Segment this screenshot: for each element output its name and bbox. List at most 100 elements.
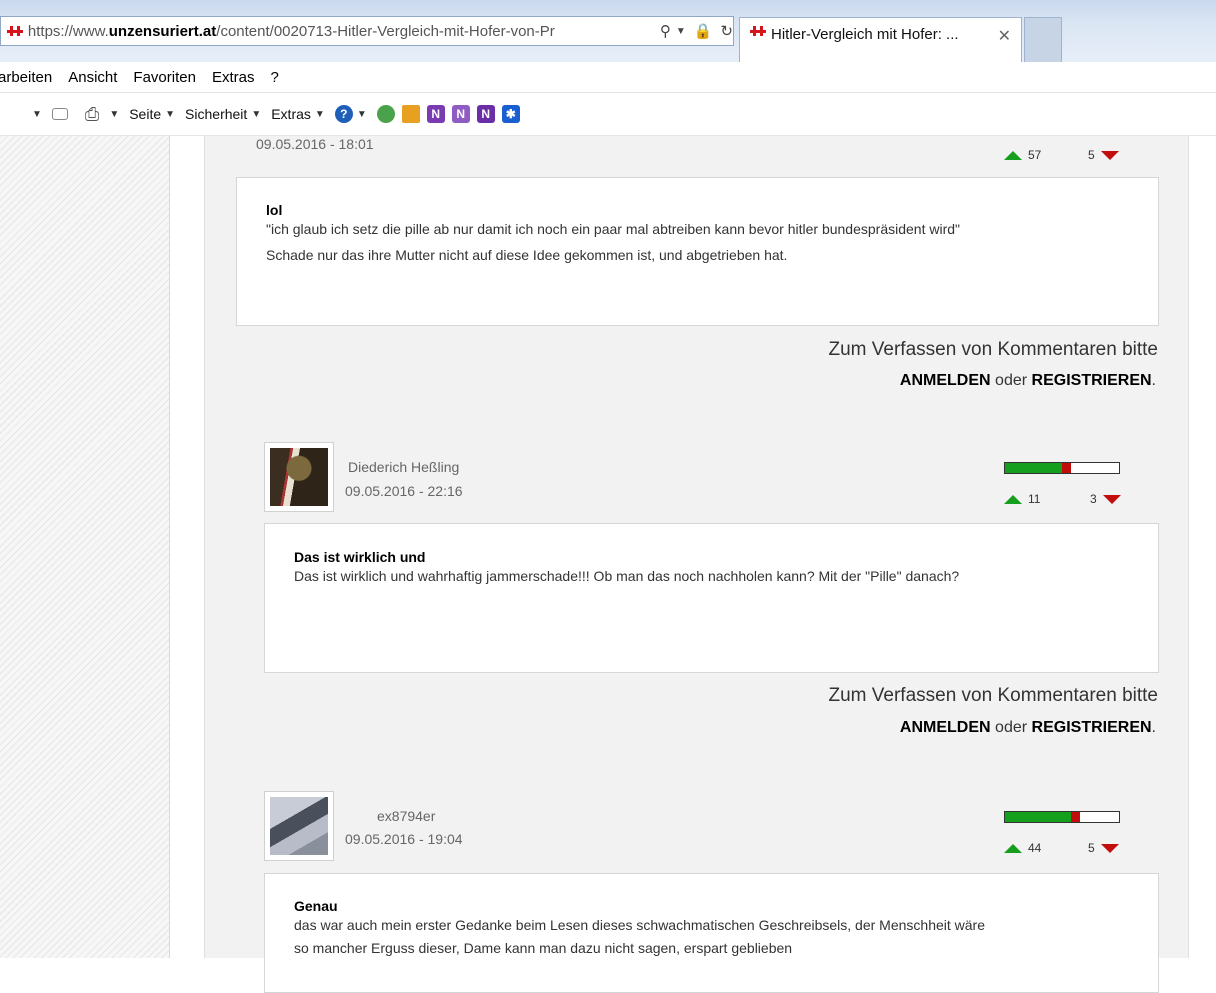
- chevron-down-icon: ▼: [314, 108, 325, 120]
- menu-tools[interactable]: Extras: [212, 69, 255, 86]
- search-icon[interactable]: ⚲: [660, 22, 671, 40]
- command-bar: ▼ ⎙ ▼ Seite ▼ Sicherheit ▼ Extras ▼ ? ▼ …: [0, 93, 1216, 136]
- comment-line: Das ist wirklich und wahrhaftig jammersc…: [294, 568, 960, 584]
- downvote-count: 5: [1088, 841, 1095, 855]
- mail-button[interactable]: [51, 108, 75, 120]
- upvote-button[interactable]: 44: [1004, 841, 1041, 855]
- site-favicon-icon: [7, 26, 23, 36]
- downvote-button[interactable]: 5: [1088, 148, 1119, 162]
- page-menu-label: Seite: [129, 106, 162, 122]
- arrow-up-icon: [1004, 494, 1022, 504]
- comment-line: Schade nur das ihre Mutter nicht auf die…: [266, 247, 788, 263]
- downvote-count: 5: [1088, 148, 1095, 162]
- help-button[interactable]: ? ▼: [334, 105, 367, 123]
- print-button[interactable]: ⎙ ▼: [85, 104, 119, 125]
- comments-section: 09.05.2016 - 18:01 57 5 lol "ich glaub i…: [204, 136, 1189, 993]
- comment-body: lol "ich glaub ich setz die pille ab nur…: [236, 177, 1159, 326]
- page-menu-button[interactable]: Seite ▼: [129, 106, 175, 122]
- bluetooth-icon[interactable]: ✱: [501, 105, 520, 123]
- comment-date: 09.05.2016 - 19:04: [345, 831, 463, 847]
- security-menu-label: Sicherheit: [185, 106, 248, 122]
- menu-view[interactable]: Ansicht: [68, 69, 117, 86]
- comment-author[interactable]: ex8794er: [377, 808, 435, 824]
- media-addon-icon[interactable]: [401, 105, 420, 123]
- login-link[interactable]: ANMELDEN: [900, 719, 991, 736]
- mail-icon: [51, 108, 68, 120]
- tools-menu-label: Extras: [271, 106, 311, 122]
- period-text: .: [1151, 372, 1156, 389]
- comment-body: Genau das war auch mein erster Gedanke b…: [264, 873, 1159, 993]
- comment-body: Das ist wirklich und Das ist wirklich un…: [264, 523, 1159, 673]
- comment-title: lol: [266, 202, 283, 218]
- refresh-icon[interactable]: ↻: [720, 22, 733, 40]
- contacts-addon-icon[interactable]: [376, 105, 395, 123]
- downvote-button[interactable]: 5: [1088, 841, 1119, 855]
- comment-title: Das ist wirklich und: [294, 549, 426, 565]
- login-prompt-text: Zum Verfassen von Kommentaren bitte: [828, 685, 1159, 706]
- upvote-button[interactable]: 57: [1004, 148, 1041, 162]
- tools-menu-button[interactable]: Extras ▼: [271, 106, 325, 122]
- upvote-count: 44: [1028, 841, 1042, 855]
- chevron-down-icon: ▼: [109, 108, 120, 120]
- vote-ratio-up: [1005, 463, 1062, 473]
- arrow-up-icon: [1004, 150, 1022, 160]
- arrow-up-icon: [1004, 843, 1022, 853]
- vote-ratio-up: [1005, 812, 1071, 822]
- lock-icon[interactable]: 🔒: [694, 22, 713, 40]
- address-bar[interactable]: https://www.unzensuriert.at/content/0020…: [0, 16, 734, 46]
- menu-favorites[interactable]: Favoriten: [133, 69, 196, 86]
- vote-ratio-bar: [1004, 811, 1120, 823]
- comment-title: Genau: [294, 898, 338, 914]
- vote-ratio-bar: [1004, 462, 1120, 474]
- login-prompt-links: ANMELDEN oder REGISTRIEREN.: [900, 372, 1156, 390]
- url-text[interactable]: https://www.unzensuriert.at/content/0020…: [28, 23, 652, 40]
- onenote-linked-icon[interactable]: N: [451, 105, 470, 123]
- tab-title: Hitler-Vergleich mit Hofer: ...: [771, 26, 959, 43]
- comment-line: so mancher Erguss dieser, Dame kann man …: [294, 940, 793, 956]
- menu-edit[interactable]: arbeiten: [0, 69, 52, 86]
- login-prompt-links: ANMELDEN oder REGISTRIEREN.: [900, 719, 1156, 737]
- onenote-send-icon[interactable]: N: [426, 105, 445, 123]
- avatar[interactable]: [264, 791, 334, 861]
- vote-ratio-down: [1071, 812, 1080, 822]
- menu-bar: arbeiten Ansicht Favoriten Extras ?: [0, 62, 1216, 93]
- avatar-image: [270, 797, 328, 855]
- or-text: oder: [995, 372, 1028, 389]
- downvote-button[interactable]: 3: [1090, 492, 1121, 506]
- dropdown-arrow-icon[interactable]: ▼: [676, 26, 686, 37]
- comment-line: das war auch mein erster Gedanke beim Le…: [294, 917, 986, 933]
- chevron-down-icon: ▼: [32, 108, 42, 120]
- new-tab-button[interactable]: [1024, 17, 1062, 62]
- or-text: oder: [995, 719, 1028, 736]
- comment-date: 09.05.2016 - 22:16: [345, 483, 463, 499]
- upvote-count: 11: [1028, 492, 1041, 506]
- feeds-dropdown[interactable]: ▼: [28, 109, 42, 120]
- chevron-down-icon: ▼: [165, 108, 176, 120]
- comment-line: "ich glaub ich setz die pille ab nur dam…: [266, 221, 961, 237]
- arrow-down-icon: [1100, 843, 1119, 853]
- tab-close-icon[interactable]: ✕: [998, 26, 1011, 46]
- register-link[interactable]: REGISTRIEREN: [1032, 719, 1152, 736]
- login-link[interactable]: ANMELDEN: [900, 372, 991, 389]
- comment-date: 09.05.2016 - 18:01: [256, 136, 374, 152]
- period-text: .: [1151, 719, 1156, 736]
- register-link[interactable]: REGISTRIEREN: [1032, 372, 1152, 389]
- page-margin-pattern: [0, 136, 170, 958]
- arrow-down-icon: [1102, 494, 1121, 504]
- onenote-icon[interactable]: N: [476, 105, 495, 123]
- browser-chrome: https://www.unzensuriert.at/content/0020…: [0, 0, 1216, 62]
- login-prompt-text: Zum Verfassen von Kommentaren bitte: [828, 339, 1159, 360]
- comment-author[interactable]: Diederich Heßling: [348, 459, 459, 475]
- printer-icon: ⎙: [84, 103, 100, 124]
- avatar-image: [270, 448, 328, 506]
- avatar[interactable]: [264, 442, 334, 512]
- menu-help[interactable]: ?: [270, 69, 278, 86]
- tab-favicon-icon: [750, 26, 766, 36]
- upvote-button[interactable]: 11: [1004, 492, 1040, 506]
- arrow-down-icon: [1100, 150, 1119, 160]
- downvote-count: 3: [1090, 492, 1097, 506]
- chevron-down-icon: ▼: [251, 108, 262, 120]
- security-menu-button[interactable]: Sicherheit ▼: [185, 106, 261, 122]
- web-page: 09.05.2016 - 18:01 57 5 lol "ich glaub i…: [0, 136, 1216, 993]
- tab-current[interactable]: Hitler-Vergleich mit Hofer: ... ✕: [739, 17, 1022, 62]
